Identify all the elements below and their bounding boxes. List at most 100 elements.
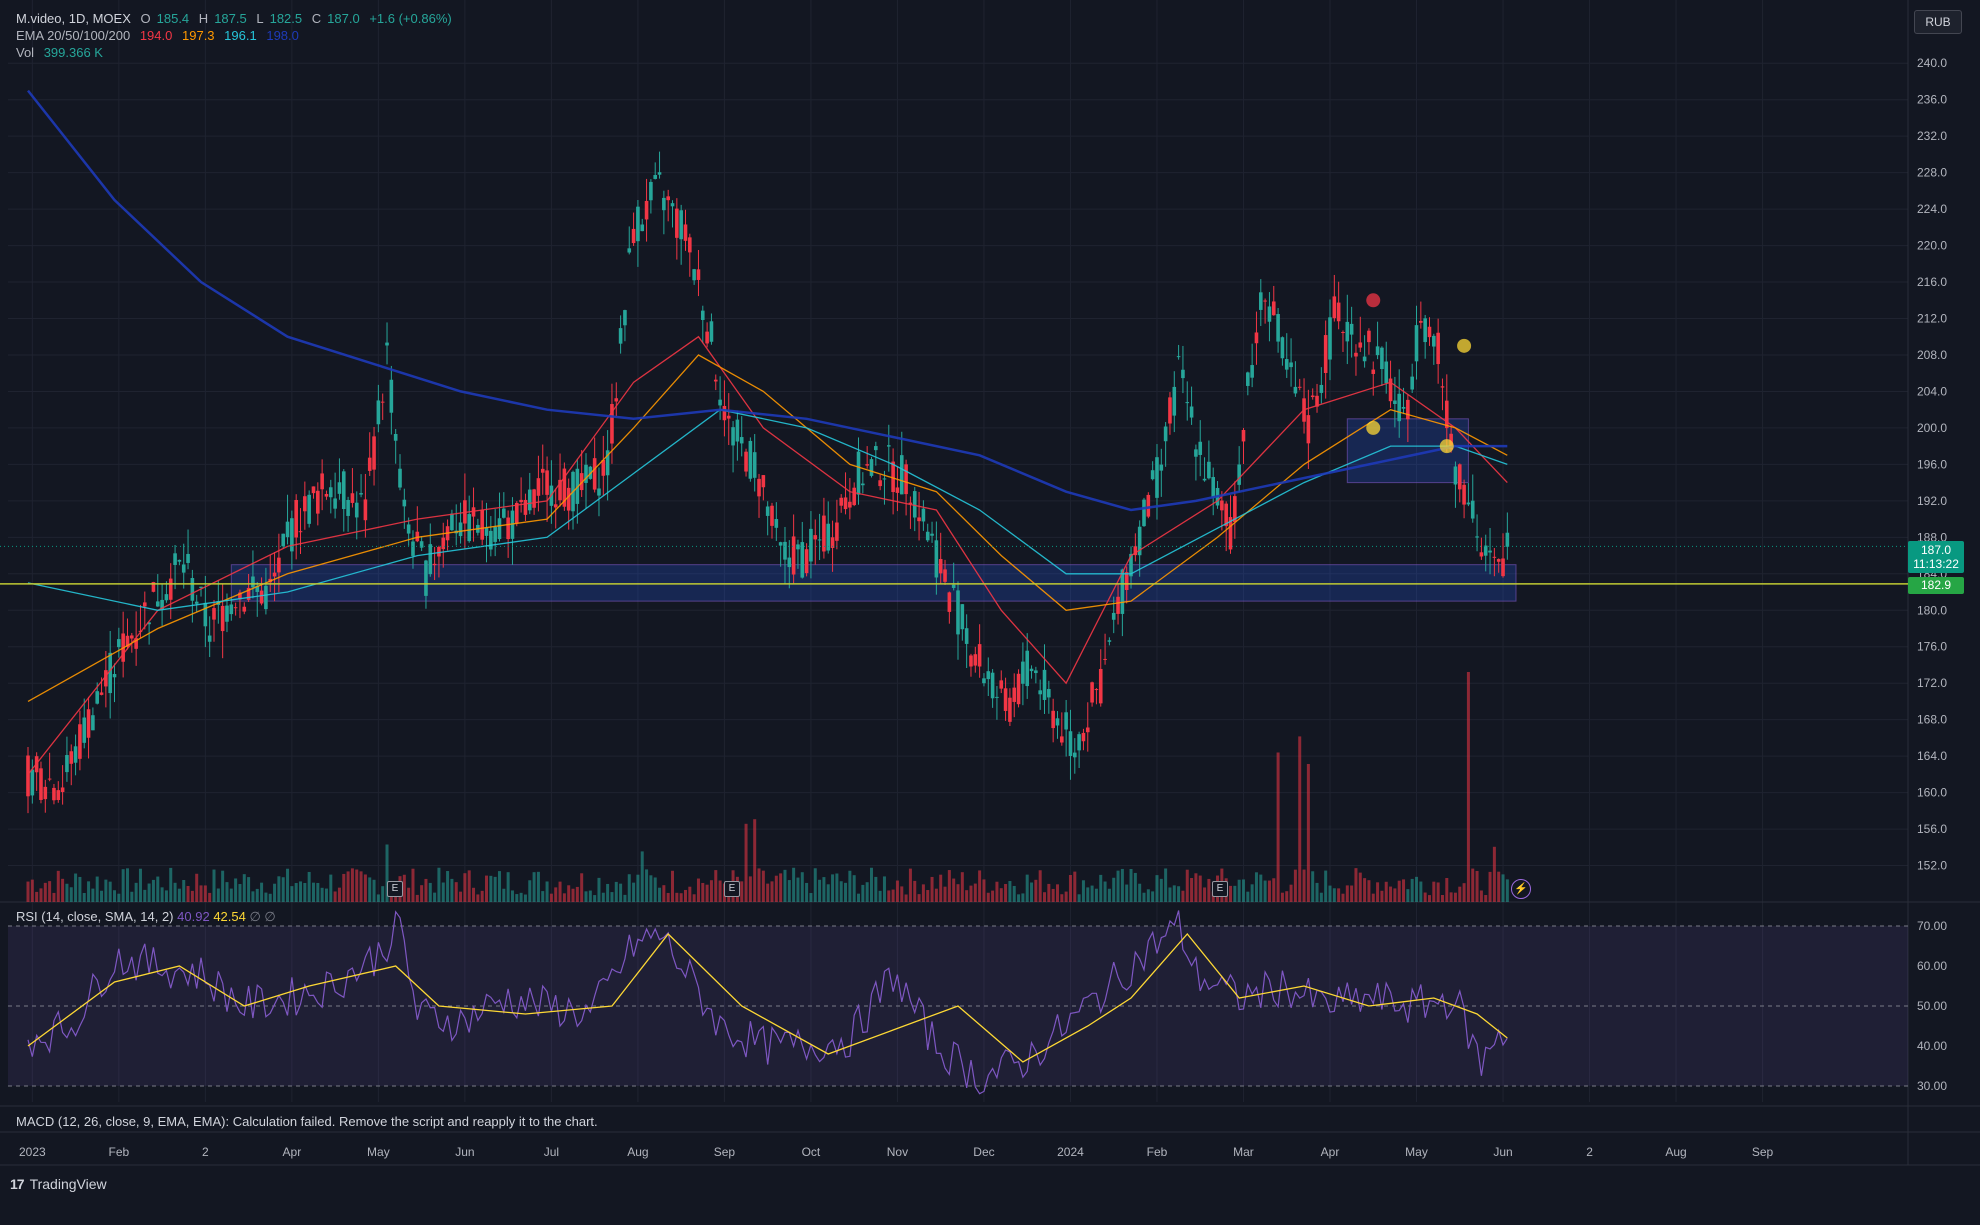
volume-bar (597, 877, 601, 902)
volume-bar (1125, 884, 1129, 902)
candle-body (233, 607, 238, 609)
volume-bar (1203, 887, 1207, 902)
earnings-badge[interactable]: E (724, 881, 740, 897)
volume-bar (844, 882, 848, 902)
candle-body (925, 531, 930, 541)
volume-bar (632, 882, 636, 902)
volume-bar (1332, 888, 1336, 902)
volume-bar (1025, 874, 1029, 902)
candle-body (614, 398, 619, 402)
volume-bar (355, 869, 359, 902)
volume-bar (1229, 885, 1233, 902)
candle-body (1159, 464, 1164, 471)
volume-bar (1138, 883, 1142, 902)
volume-bar (1410, 878, 1414, 902)
volume-bar (792, 867, 796, 902)
volume-bar (1177, 886, 1181, 902)
candle-body (1328, 317, 1332, 360)
volume-bar (692, 894, 696, 902)
volume-bar (766, 883, 770, 902)
volume-bar (891, 889, 895, 902)
price-tick-label: 164.0 (1917, 749, 1947, 763)
symbol-label[interactable]: M.video, 1D, MOEX (16, 11, 131, 26)
volume-bar (835, 873, 839, 902)
candle-body (173, 553, 177, 565)
candle-body (675, 208, 679, 238)
volume-bar (1289, 884, 1293, 902)
lightning-icon[interactable]: ⚡ (1511, 879, 1531, 899)
volume-bar (182, 880, 186, 902)
candle-body (1444, 400, 1449, 429)
candle-body (316, 490, 320, 514)
price-chart[interactable]: 152.0 156.0 160.0 164.0 168.0 172.0 176.0 180.0… (0, 0, 1980, 1225)
volume-bar (411, 868, 415, 902)
rsi-label[interactable]: RSI (14, close, SMA, 14, 2) (16, 909, 174, 924)
volume-bar (216, 888, 220, 902)
candle-body (995, 696, 999, 698)
volume-bar (1328, 885, 1332, 902)
candle-body (527, 489, 532, 511)
volume-bar (208, 892, 212, 902)
volume-bar (1233, 885, 1237, 902)
volume-bar (43, 882, 47, 902)
earnings-badge[interactable]: E (1212, 881, 1228, 897)
candle-body (493, 526, 497, 542)
ema-label[interactable]: EMA 20/50/100/200 (16, 28, 130, 43)
low-key: L (256, 11, 264, 26)
legend-symbol-row: M.video, 1D, MOEX O 185.4 H 187.5 L 182.5 C… (16, 10, 458, 27)
vol-label[interactable]: Vol (16, 45, 34, 60)
candle-body (117, 639, 121, 648)
volume-bar (156, 876, 160, 902)
volume-bar (87, 881, 91, 902)
volume-bar (705, 884, 709, 902)
candle-body (428, 544, 433, 575)
volume-bar (61, 878, 65, 902)
volume-bar (913, 880, 917, 902)
candle-body (389, 379, 394, 413)
candle-body (1068, 731, 1073, 756)
time-tick-label: Nov (887, 1145, 908, 1159)
volume-bar (580, 873, 584, 902)
volume-bar (562, 893, 566, 902)
volume-bar (1419, 881, 1423, 902)
volume-bar (787, 880, 791, 902)
volume-bar (1501, 874, 1505, 902)
volume-bar (108, 881, 112, 902)
candle-body (956, 590, 960, 635)
earnings-badge[interactable]: E (387, 881, 403, 897)
volume-bar (606, 883, 610, 902)
volume-bar (1047, 883, 1051, 902)
candle-body (1488, 550, 1492, 553)
candle-body (30, 769, 35, 796)
volume-bar (748, 876, 752, 902)
price-tick-label: 240.0 (1917, 56, 1947, 70)
volume-bar (545, 881, 549, 902)
tradingview-logo[interactable]: 17 TradingView (10, 1176, 107, 1192)
volume-bar (1406, 889, 1410, 902)
volume-bar (831, 874, 835, 902)
volume-bar (195, 873, 199, 902)
candle-body (601, 460, 606, 476)
candle-body (1479, 552, 1484, 557)
candle-body (631, 228, 636, 244)
currency-button[interactable]: RUB (1914, 10, 1962, 34)
candle-body (1483, 545, 1488, 556)
candle-body (800, 542, 805, 578)
volume-bar (900, 886, 904, 902)
volume-bar (173, 882, 177, 902)
candle-body (532, 489, 536, 508)
ema50-value: 197.3 (182, 28, 215, 43)
candle-body (943, 569, 947, 582)
volume-bar (143, 889, 147, 902)
volume-bar (247, 877, 251, 902)
volume-bar (1064, 891, 1068, 902)
candle-body (467, 514, 472, 542)
volume-bar (1276, 752, 1280, 902)
candle-body (1008, 697, 1012, 722)
candle-body (1116, 596, 1120, 614)
candle-body (39, 768, 43, 800)
volume-bar (588, 890, 592, 902)
candle-body (1241, 429, 1246, 442)
volume-bar (960, 872, 964, 902)
volume-bar (978, 870, 982, 902)
